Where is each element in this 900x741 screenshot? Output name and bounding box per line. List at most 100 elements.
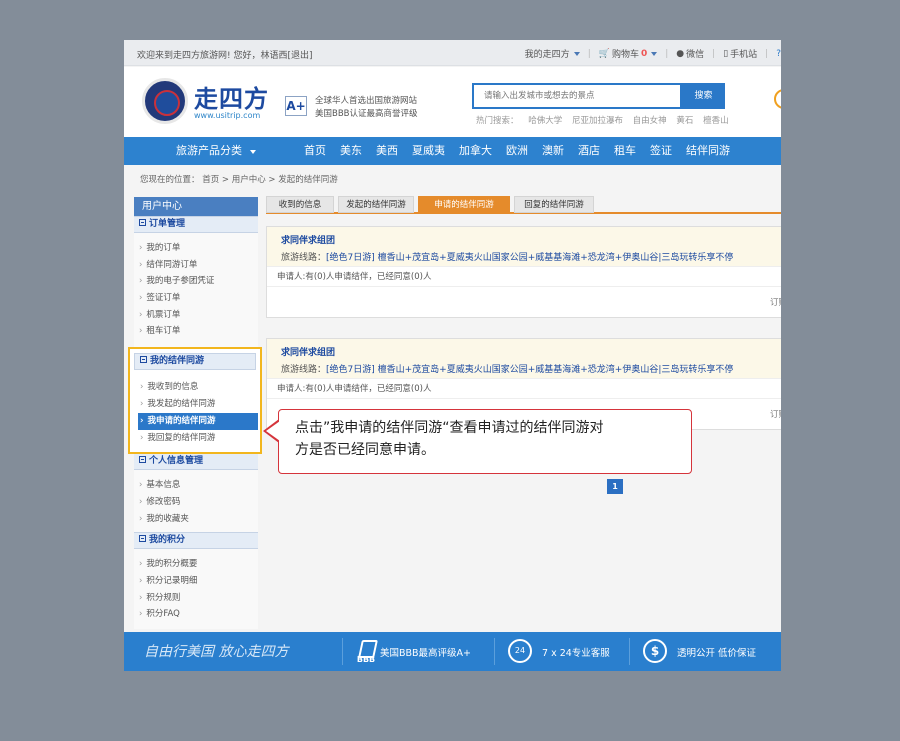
tab-replied[interactable]: 回复的结伴同游 <box>514 196 594 213</box>
sidebar-item-my-applied[interactable]: 我申请的结伴同游 <box>138 413 258 430</box>
route-link[interactable]: [绝色7日游] 檀香山+茂宜岛+夏威夷火山国家公园+威基基海滩+恐龙湾+伊奥山谷… <box>326 253 733 263</box>
mobile-link[interactable]: ▯ 手机站 <box>723 47 757 61</box>
card-footer: 订购 <box>267 287 781 317</box>
sidebar-item-companion-orders[interactable]: 结伴同游订单 <box>139 257 258 274</box>
hot-search-link[interactable]: 哈佛大学 <box>528 116 562 126</box>
route-link[interactable]: [绝色7日游] 檀香山+茂宜岛+夏威夷火山国家公园+威基基海滩+恐龙湾+伊奥山谷… <box>326 365 733 375</box>
site-url: www.usitrip.com <box>194 111 261 120</box>
my-account-menu[interactable]: 我的走四方 <box>525 47 580 60</box>
divider: | <box>665 48 669 59</box>
nav-item-canada[interactable]: 加拿大 <box>451 137 498 165</box>
category-menu[interactable]: 旅游产品分类 <box>124 137 296 165</box>
help-icon[interactable]: ? <box>776 47 781 60</box>
card-route: 旅游线路：[绝色7日游] 檀香山+茂宜岛+夏威夷火山国家公园+威基基海滩+恐龙湾… <box>281 362 781 375</box>
divider: | <box>765 48 769 59</box>
search-button[interactable]: 搜索 <box>682 83 725 109</box>
sidebar-item-favorites[interactable]: 我的收藏夹 <box>139 511 258 528</box>
card-header: 求同伴求组团 旅游线路：[绝色7日游] 檀香山+茂宜岛+夏威夷火山国家公园+威基… <box>267 339 781 379</box>
promo-circle-icon[interactable] <box>774 89 781 109</box>
sidebar-section-orders[interactable]: 订单管理 <box>134 216 258 233</box>
sidebar-item-points-rules[interactable]: 积分规则 <box>139 590 258 607</box>
divider <box>629 638 630 665</box>
request-status: 申请人:有(0)人申请结伴，已经同意(0)人 <box>267 379 781 399</box>
my-account-label: 我的走四方 <box>524 50 570 60</box>
nav-item-aus-nz[interactable]: 澳新 <box>534 137 570 165</box>
collapse-icon <box>139 219 146 226</box>
search-box <box>472 83 682 109</box>
profile-list: 基本信息 修改密码 我的收藏夹 <box>134 470 258 532</box>
order-link[interactable]: 订购 <box>770 408 781 420</box>
sidebar-item-visa-orders[interactable]: 签证订单 <box>139 290 258 307</box>
tab-initiated[interactable]: 发起的结伴同游 <box>338 196 414 213</box>
phone-icon: ▯ <box>723 48 729 59</box>
sidebar-section-companion[interactable]: 我的结伴同游 <box>134 353 256 370</box>
sidebar-section-profile[interactable]: 个人信息管理 <box>134 453 258 471</box>
route-label: 旅游线路： <box>281 253 327 263</box>
pagination-page-1[interactable]: 1 <box>607 479 623 494</box>
wechat-label: 微信 <box>686 50 705 60</box>
callout-line-2: 方是否已经同意申请。 <box>295 442 435 458</box>
nav-item-us-west[interactable]: 美西 <box>368 137 404 165</box>
sidebar-item-my-orders[interactable]: 我的订单 <box>139 240 258 257</box>
hot-search-link[interactable]: 自由女神 <box>633 116 667 126</box>
card-title[interactable]: 求同伴求组团 <box>281 233 781 246</box>
nav-item-companion[interactable]: 结伴同游 <box>678 137 736 165</box>
sidebar-item-e-vouchers[interactable]: 我的电子参团凭证 <box>139 273 258 290</box>
nav-items: 首页 美东 美西 夏威夷 加拿大 欧洲 澳新 酒店 租车 签证 结伴同游 <box>296 137 736 165</box>
nav-item-hotel[interactable]: 酒店 <box>570 137 606 165</box>
sidebar-item-my-replied[interactable]: 我回复的结伴同游 <box>138 430 258 447</box>
nav-item-hawaii[interactable]: 夏威夷 <box>404 137 451 165</box>
cart-menu[interactable]: 🛒 购物车 0 <box>599 47 658 60</box>
route-label: 旅游线路： <box>281 365 327 375</box>
top-bar: 欢迎来到走四方旅游网! 您好，林语西[退出] 我的走四方 | 🛒 购物车 0 | ●… <box>124 40 781 66</box>
wechat-link[interactable]: ● 微信 <box>676 47 705 61</box>
footer-banner: 自由行美国 放心走四方 BBB 美国BBB最高评级A+ 24 7 x 24专业客… <box>124 632 781 671</box>
cart-count-badge: 0 <box>640 48 648 59</box>
nav-item-us-east[interactable]: 美东 <box>332 137 368 165</box>
sidebar-item-my-initiated[interactable]: 我发起的结伴同游 <box>138 396 258 413</box>
site-header: 走四方 www.usitrip.com A+ 全球华人首选出国旅游网站 美国BB… <box>124 67 781 137</box>
nav-item-home[interactable]: 首页 <box>296 137 332 165</box>
section-title: 个人信息管理 <box>149 456 204 467</box>
hot-search-link[interactable]: 檀香山 <box>703 116 729 126</box>
sidebar-section-points[interactable]: 我的积分 <box>134 532 258 550</box>
main-nav: 旅游产品分类 首页 美东 美西 夏威夷 加拿大 欧洲 澳新 酒店 租车 签证 结… <box>124 137 781 165</box>
tab-received[interactable]: 收到的信息 <box>266 196 334 213</box>
hot-search-link[interactable]: 黄石 <box>676 116 693 126</box>
section-title: 我的结伴同游 <box>150 356 205 366</box>
nav-item-car-rental[interactable]: 租车 <box>606 137 642 165</box>
sidebar-item-received-messages[interactable]: 我收到的信息 <box>138 379 258 396</box>
request-status: 申请人:有(0)人申请结伴，已经同意(0)人 <box>267 267 781 287</box>
user-greeting-logout-link[interactable]: 您好，林语西[退出] <box>233 51 312 61</box>
tagline-1: 全球华人首选出国旅游网站 <box>315 96 418 106</box>
search-input[interactable] <box>474 85 680 107</box>
nav-item-europe[interactable]: 欧洲 <box>498 137 534 165</box>
collapse-icon <box>139 456 146 464</box>
sidebar-item-points-summary[interactable]: 我的积分概要 <box>139 556 258 573</box>
sidebar-item-change-password[interactable]: 修改密码 <box>139 494 258 511</box>
nav-item-visa[interactable]: 签证 <box>642 137 678 165</box>
sidebar-title: 用户中心 <box>134 197 258 216</box>
sidebar-item-flight-orders[interactable]: 机票订单 <box>139 307 258 324</box>
card-title[interactable]: 求同伴求组团 <box>281 345 781 358</box>
sidebar-item-basic-info[interactable]: 基本信息 <box>139 477 258 494</box>
site-logo[interactable]: 走四方 <box>194 79 269 114</box>
hot-search-link[interactable]: 尼亚加拉瀑布 <box>572 116 623 126</box>
footer-service-text: 7 x 24专业客服 <box>542 648 610 659</box>
collapse-icon <box>139 535 146 543</box>
tab-applied[interactable]: 申请的结伴同游 <box>418 196 510 213</box>
order-link[interactable]: 订购 <box>770 296 781 308</box>
divider <box>494 638 495 665</box>
companion-list: 我收到的信息 我发起的结伴同游 我申请的结伴同游 我回复的结伴同游 <box>138 379 258 447</box>
orders-list: 我的订单 结伴同游订单 我的电子参团凭证 签证订单 机票订单 租车订单 <box>134 233 258 345</box>
card-route: 旅游线路：[绝色7日游] 檀香山+茂宜岛+夏威夷火山国家公园+威基基海滩+恐龙湾… <box>281 250 781 263</box>
divider: | <box>712 48 716 59</box>
section-title: 订单管理 <box>149 219 186 229</box>
globe-logo-icon[interactable] <box>142 78 188 124</box>
sidebar-item-car-orders[interactable]: 租车订单 <box>139 323 258 340</box>
callout-pointer-fill <box>266 421 280 441</box>
sidebar-item-points-history[interactable]: 积分记录明细 <box>139 573 258 590</box>
highlight-companion-section: 我的结伴同游 我收到的信息 我发起的结伴同游 我申请的结伴同游 我回复的结伴同游 <box>128 347 262 454</box>
sidebar-item-points-faq[interactable]: 积分FAQ <box>139 606 258 623</box>
welcome-message: 欢迎来到走四方旅游网! <box>137 51 231 61</box>
